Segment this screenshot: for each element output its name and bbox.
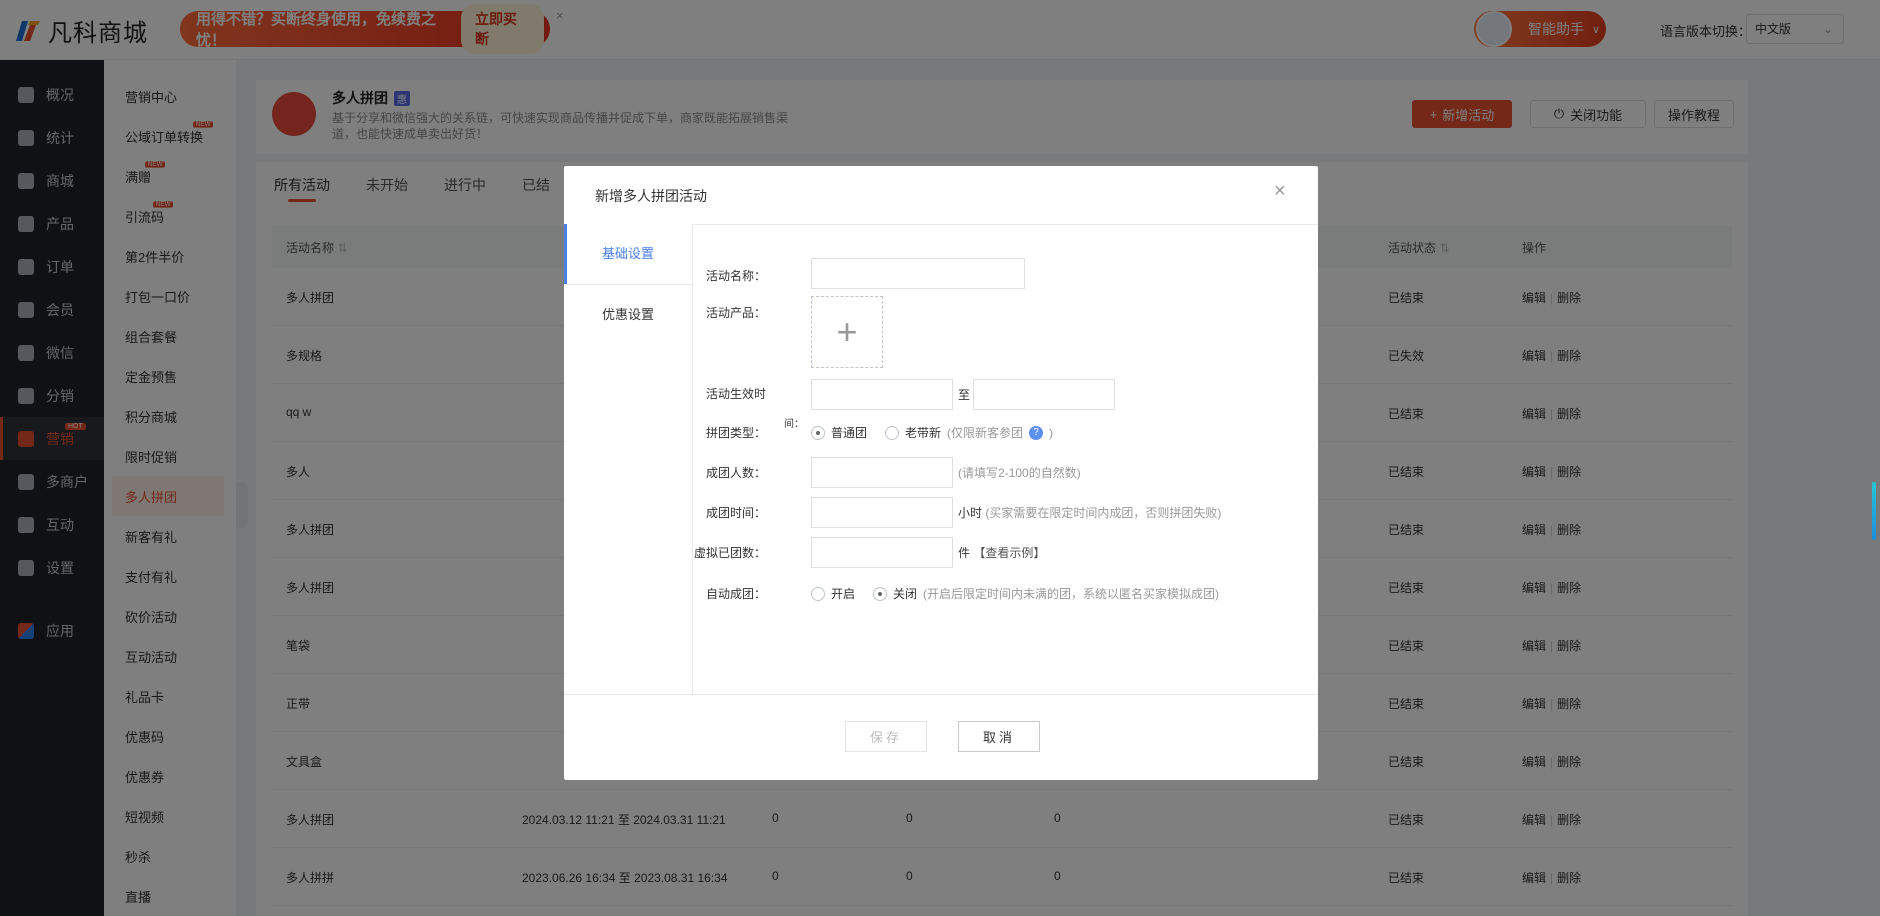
end-time-input[interactable] — [973, 379, 1115, 410]
group-size-label: 成团人数： — [705, 466, 766, 480]
radio-checked-icon — [873, 586, 887, 601]
cancel-button[interactable]: 取消 — [958, 721, 1040, 752]
virtual-count-label: 虚拟已团数： — [693, 546, 766, 560]
radio-label: 老带新 — [905, 426, 942, 440]
group-type-referral-radio[interactable]: 老带新 (仅限新客参团?) — [885, 424, 1053, 441]
duration-unit: 小时 (买家需要在限定时间内成团，否则拼团失败) — [958, 506, 1222, 520]
dialog-nav: 基础设置 优惠设置 — [564, 224, 693, 694]
group-duration-label: 成团时间： — [705, 506, 766, 520]
auto-group-off-radio[interactable]: 关闭 (开启后限定时间内未满的团，系统以匿名买家模拟成团) — [873, 585, 1219, 602]
group-size-hint: (请填写2-100的自然数) — [958, 466, 1081, 480]
time-range-separator: 至 — [958, 388, 971, 402]
group-type-label: 拼团类型： — [705, 426, 766, 440]
time-label-overflow: 间： — [784, 419, 804, 430]
auto-group-hint: (开启后限定时间内未满的团，系统以匿名买家模拟成团) — [923, 587, 1220, 601]
close-icon[interactable]: × — [1274, 180, 1286, 203]
auto-group-on-radio[interactable]: 开启 — [811, 585, 855, 602]
help-icon[interactable]: ? — [1029, 425, 1044, 440]
virtual-count-input[interactable] — [811, 537, 953, 568]
radio-unchecked-icon — [811, 586, 825, 601]
save-button[interactable]: 保存 — [845, 721, 927, 752]
radio-unchecked-icon — [885, 425, 899, 440]
group-type-hint: (仅限新客参团 — [947, 426, 1024, 440]
virtual-count-unit: 件 【查看示例】 — [958, 546, 1046, 560]
duration-hint: (买家需要在限定时间内成团，否则拼团失败) — [985, 506, 1222, 520]
auto-group-label: 自动成团： — [705, 587, 766, 601]
hint-close: ) — [1049, 425, 1054, 440]
activity-time-label: 活动生效时 — [705, 387, 766, 401]
radio-label: 开启 — [831, 587, 856, 601]
group-duration-input[interactable] — [811, 497, 953, 528]
scroll-indicator[interactable] — [1872, 482, 1876, 540]
group-size-input[interactable] — [811, 457, 953, 488]
plus-icon: + — [836, 311, 858, 352]
radio-label: 关闭 — [893, 587, 918, 601]
start-time-input[interactable] — [811, 379, 953, 410]
radio-label: 普通团 — [831, 426, 868, 440]
divider — [564, 694, 1318, 695]
dialog-title: 新增多人拼团活动 — [595, 188, 707, 204]
group-type-normal-radio[interactable]: 普通团 — [811, 424, 867, 441]
activity-name-label: 活动名称： — [705, 269, 766, 283]
activity-name-input[interactable] — [811, 258, 1025, 289]
add-product-button[interactable]: + — [811, 296, 883, 368]
new-group-buy-dialog: 新增多人拼团活动 × 基础设置 优惠设置 活动名称： 活动产品： + 活动生效时… — [564, 166, 1318, 780]
activity-product-label: 活动产品： — [705, 306, 766, 320]
view-example-link[interactable]: 【查看示例】 — [973, 546, 1045, 560]
radio-checked-icon — [811, 425, 825, 440]
